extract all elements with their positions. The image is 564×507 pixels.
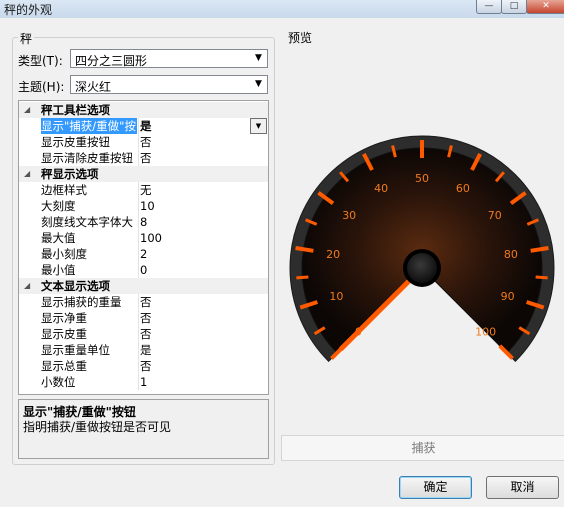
property-row[interactable]: 显示皮重 否	[19, 326, 268, 342]
property-value[interactable]: 否	[138, 134, 268, 150]
gauge-tick-label: 30	[342, 209, 356, 222]
property-value[interactable]: 否	[138, 326, 268, 342]
category-toolbar-options[interactable]: ◢ 秤工具栏选项	[19, 102, 268, 118]
property-name: 显示总重	[41, 359, 87, 373]
property-name: 显示皮重	[41, 327, 87, 341]
chevron-down-icon: ▼	[255, 53, 262, 63]
property-value[interactable]: 10	[138, 198, 268, 214]
gauge-tick-label: 50	[415, 172, 429, 185]
dropdown-arrow-icon[interactable]: ▼	[250, 118, 267, 134]
collapse-triangle-icon[interactable]: ◢	[24, 278, 30, 294]
collapse-triangle-icon[interactable]: ◢	[24, 102, 30, 118]
property-row[interactable]: 边框样式 无	[19, 182, 268, 198]
property-value[interactable]: 8	[138, 214, 268, 230]
category-text-options[interactable]: ◢ 文本显示选项	[19, 278, 268, 294]
property-value[interactable]: 否	[138, 294, 268, 310]
property-value[interactable]: 否	[138, 358, 268, 374]
property-name: 最大值	[41, 231, 76, 245]
property-row[interactable]: 显示重量单位 是	[19, 342, 268, 358]
maximize-button[interactable]: □	[501, 0, 527, 14]
gauge-tick-label: 20	[326, 248, 340, 261]
ok-button[interactable]: 确定	[399, 476, 472, 499]
property-value[interactable]: 否	[138, 150, 268, 166]
type-select-value: 四分之三圆形	[75, 54, 148, 68]
property-row[interactable]: 最小刻度 2	[19, 246, 268, 262]
gauge-preview: 0102030405060708090100	[289, 135, 555, 363]
property-row[interactable]: 显示捕获的重量 否	[19, 294, 268, 310]
theme-label: 主题(H):	[18, 80, 65, 94]
property-row[interactable]: 小数位 1	[19, 374, 268, 390]
property-name: 刻度线文本字体大	[41, 215, 133, 229]
capture-button[interactable]: 捕获	[281, 435, 564, 461]
property-row[interactable]: 显示清除皮重按钮 否	[19, 150, 268, 166]
gauge-minor-tick	[296, 275, 309, 280]
property-value[interactable]: 100	[138, 230, 268, 246]
property-value[interactable]: 2	[138, 246, 268, 262]
property-name: 小数位	[41, 375, 76, 389]
property-value[interactable]: 是	[138, 342, 268, 358]
property-description-panel: 显示"捕获/重做"按钮 指明捕获/重做按钮是否可见	[18, 399, 269, 459]
property-grid[interactable]: ◢ 秤工具栏选项 显示"捕获/重做"按 是 ▼ 显示皮重按钮 否 显示清除皮重按…	[18, 100, 269, 395]
window-title: 秤的外观	[4, 3, 53, 17]
property-row[interactable]: 显示皮重按钮 否	[19, 134, 268, 150]
title-bar: 秤的外观 — □ ✕	[0, 0, 564, 18]
property-name: 显示"捕获/重做"按	[41, 118, 137, 134]
property-row[interactable]: 显示总重 否	[19, 358, 268, 374]
type-label: 类型(T):	[18, 54, 63, 68]
property-name: 最小刻度	[41, 247, 87, 261]
preview-panel: 0102030405060708090100	[281, 45, 564, 460]
gauge-minor-tick	[535, 275, 548, 280]
property-value[interactable]: 0	[138, 262, 268, 278]
property-row[interactable]: 最大值 100	[19, 230, 268, 246]
property-name: 显示捕获的重量	[41, 295, 122, 309]
chevron-down-icon: ▼	[255, 79, 262, 89]
theme-select-value: 深火红	[75, 80, 112, 94]
type-select[interactable]: 四分之三圆形 ▼	[70, 49, 268, 68]
minimize-button[interactable]: —	[476, 0, 502, 14]
property-name: 显示净重	[41, 311, 87, 325]
gauge-tick-label: 60	[456, 182, 470, 195]
gauge-major-tick	[530, 246, 549, 253]
gauge-tick-label: 40	[374, 182, 388, 195]
property-name: 显示清除皮重按钮	[41, 151, 133, 165]
property-row[interactable]: 大刻度 10	[19, 198, 268, 214]
hub	[407, 253, 437, 283]
theme-select[interactable]: 深火红 ▼	[70, 75, 268, 94]
category-display-options[interactable]: ◢ 秤显示选项	[19, 166, 268, 182]
scale-group-title: 秤	[18, 30, 35, 47]
property-name: 最小值	[41, 263, 76, 277]
gauge-tick-label: 90	[501, 290, 515, 303]
gauge-tick-label: 10	[329, 290, 343, 303]
description-text: 指明捕获/重做按钮是否可见	[23, 420, 172, 434]
property-value[interactable]: 否	[138, 310, 268, 326]
close-button[interactable]: ✕	[526, 0, 564, 14]
property-row[interactable]: 显示"捕获/重做"按 是 ▼	[19, 118, 268, 134]
preview-title: 预览	[288, 31, 313, 45]
gauge-major-tick	[295, 246, 314, 253]
property-row[interactable]: 最小值 0	[19, 262, 268, 278]
property-value[interactable]: 1	[138, 374, 268, 390]
gauge-tick-label: 70	[488, 209, 502, 222]
property-value[interactable]: 无	[138, 182, 268, 198]
cancel-button[interactable]: 取消	[486, 476, 559, 499]
gauge-tick-label: 80	[504, 248, 518, 261]
property-name: 显示重量单位	[41, 343, 110, 357]
property-name: 大刻度	[41, 199, 76, 213]
collapse-triangle-icon[interactable]: ◢	[24, 166, 30, 182]
property-row[interactable]: 显示净重 否	[19, 310, 268, 326]
property-name: 显示皮重按钮	[41, 135, 110, 149]
property-name: 边框样式	[41, 183, 87, 197]
gauge-tick-label: 100	[475, 326, 496, 339]
property-row[interactable]: 刻度线文本字体大 8	[19, 214, 268, 230]
